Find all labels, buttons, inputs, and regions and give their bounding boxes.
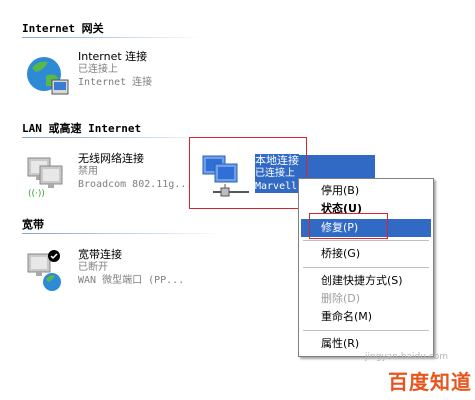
annotation-box-repair [309, 213, 388, 239]
menu-item-rename[interactable]: 重命名(M) [301, 308, 431, 326]
section-lan: LAN 或高速 Internet [22, 122, 142, 135]
broadband-connection-icon [27, 250, 61, 291]
connection-status: 禁用 [78, 166, 98, 177]
internet-globe-icon [27, 57, 69, 95]
menu-item-properties[interactable]: 属性(R) [301, 335, 431, 353]
connection-name: 宽带连接 [78, 248, 122, 261]
menu-separator [303, 240, 429, 241]
connection-device: Internet 连接 [78, 77, 153, 88]
section-broadband: 宽带 [22, 218, 44, 231]
watermark-url: jingyan.baidu.com [365, 352, 449, 362]
connection-device: WAN 微型端口 (PP... [78, 275, 185, 286]
menu-item-delete: 删除(D) [321, 292, 361, 305]
context-menu: 停用(B) 状态(U) 修复(P) 桥接(G) 创建快捷方式(S) 删除(D) … [298, 178, 434, 357]
connection-name: Internet 连接 [78, 50, 148, 63]
wireless-network-icon: ((·)) [27, 157, 63, 199]
connection-status: 已连接上 [78, 64, 118, 75]
menu-separator [303, 267, 429, 268]
connection-device: Broadcom 802.11g... [78, 179, 193, 190]
menu-separator [303, 330, 429, 331]
section-rule [22, 233, 222, 234]
section-rule [22, 37, 202, 38]
menu-item-create-shortcut[interactable]: 创建快捷方式(S) [301, 272, 431, 290]
connection-name: 无线网络连接 [78, 152, 144, 165]
svg-text:((·)): ((·)) [28, 189, 45, 199]
annotation-box-local-connection [189, 137, 307, 209]
menu-item-disable[interactable]: 停用(B) [301, 182, 431, 200]
watermark-logo: 百度知道 [388, 370, 472, 394]
connection-status: 已断开 [78, 262, 108, 273]
section-internet-gateway: Internet 网关 [22, 22, 104, 35]
menu-item-bridge[interactable]: 桥接(G) [301, 245, 431, 263]
